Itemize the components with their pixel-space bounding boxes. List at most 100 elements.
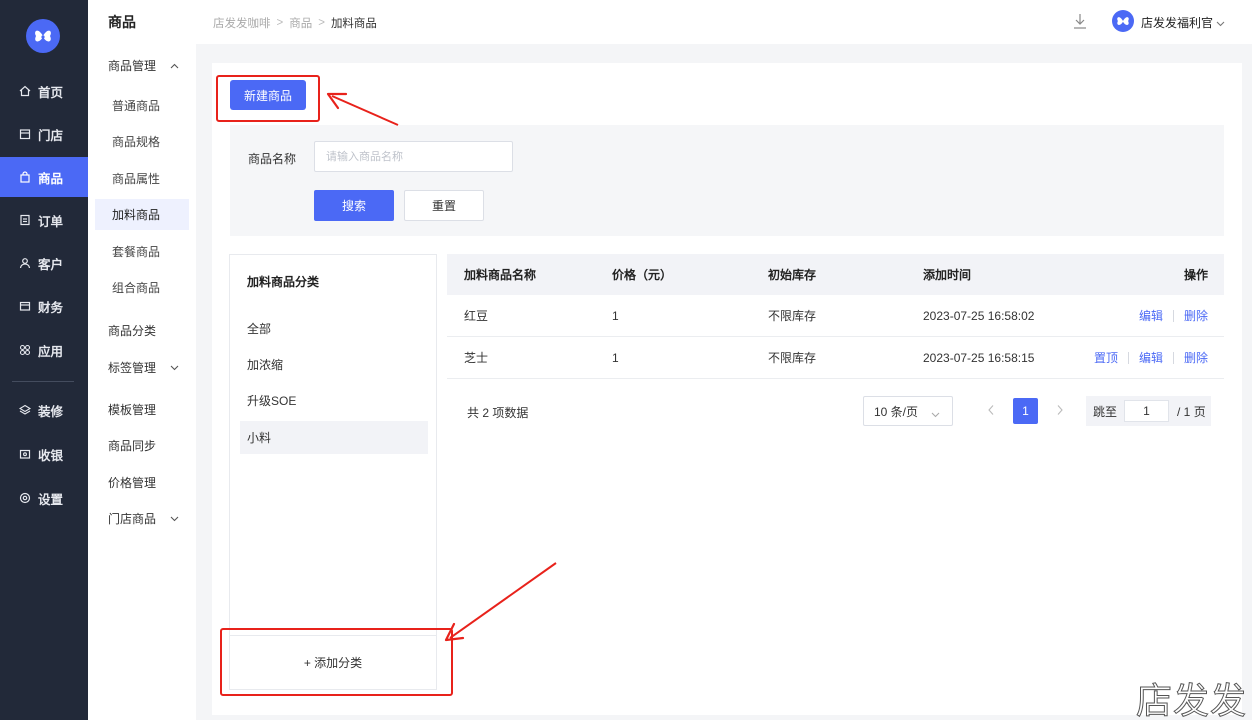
nav-item-decoration[interactable]: 装修: [0, 390, 88, 430]
subnav-group-store-goods[interactable]: 门店商品: [108, 510, 179, 527]
cell-stock: 不限库存: [768, 309, 817, 323]
table-row: 红豆 1 不限库存 2023-07-25 16:58:02 编辑 删除: [447, 295, 1224, 337]
nav-item-orders[interactable]: 订单: [0, 200, 88, 240]
edit-link[interactable]: 编辑: [1139, 349, 1163, 366]
avatar[interactable]: [1112, 10, 1134, 32]
subnav-group-price[interactable]: 价格管理: [108, 474, 156, 491]
user-name[interactable]: 店发发福利官: [1141, 14, 1213, 31]
action-divider: [1172, 309, 1174, 322]
subnav-item-regular[interactable]: 普通商品: [95, 90, 189, 121]
chevron-down-icon: [170, 516, 179, 522]
breadcrumb-current: 加料商品: [330, 18, 377, 30]
nav-item-finance[interactable]: 财务: [0, 286, 88, 326]
chevron-right-icon[interactable]: [1056, 404, 1064, 419]
nav-label: 设置: [38, 492, 64, 507]
column-header: 操作: [1183, 268, 1208, 282]
chevron-up-icon: [170, 63, 179, 69]
subnav-group-tags[interactable]: 标签管理: [108, 359, 179, 376]
column-header: 初始库存: [768, 268, 817, 282]
table-header: 加料商品名称 价格（元） 初始库存 添加时间 操作: [447, 254, 1224, 295]
subnav-group-label: 商品管理: [108, 59, 157, 73]
settings-icon: [18, 491, 32, 505]
nav-label: 商品: [38, 171, 64, 186]
breadcrumb-link-goods[interactable]: 商品: [289, 15, 312, 31]
nav-item-cashier[interactable]: 收银: [0, 434, 88, 474]
category-title: 加料商品分类: [247, 275, 320, 289]
annotation-box-new-button: [216, 75, 320, 122]
subnav-group-label: 门店商品: [108, 512, 157, 526]
category-item[interactable]: 全部: [240, 312, 428, 345]
row-actions: 置顶 编辑 删除: [1094, 337, 1208, 378]
butterfly-logo-icon: [1117, 17, 1129, 25]
top-bar: 店发发咖啡 > 商品 > 加料商品 店发发福利官: [196, 0, 1252, 44]
page-jump: 跳至 / 1 页: [1086, 396, 1211, 426]
nav-item-goods[interactable]: 商品: [0, 157, 88, 197]
subnav-item-spec[interactable]: 商品规格: [95, 126, 189, 157]
search-button[interactable]: 搜索: [314, 190, 394, 221]
nav-label: 首页: [38, 85, 64, 100]
subnav-group-sync[interactable]: 商品同步: [108, 437, 156, 454]
nav-label: 装修: [38, 404, 64, 419]
chevron-down-icon: [931, 407, 940, 421]
breadcrumb: 店发发咖啡 > 商品 > 加料商品: [213, 15, 377, 31]
download-icon[interactable]: [1072, 12, 1088, 30]
nav-item-home[interactable]: 首页: [0, 71, 88, 111]
delete-link[interactable]: 删除: [1184, 349, 1208, 366]
table-row: 芝士 1 不限库存 2023-07-25 16:58:15 置顶 编辑 删除: [447, 337, 1224, 379]
total-pages: / 1 页: [1177, 404, 1206, 419]
category-item[interactable]: 小料: [240, 421, 428, 454]
breadcrumb-separator-icon: >: [318, 17, 325, 29]
jump-page-input[interactable]: [1124, 400, 1170, 422]
page-size-select[interactable]: 10 条/页: [863, 396, 953, 426]
page-size-value: 10 条/页: [874, 404, 919, 419]
butterfly-logo-icon: [35, 30, 51, 42]
pagination: 共 2 项数据 10 条/页 1 跳至 / 1 页: [447, 396, 1224, 426]
breadcrumb-link-shop[interactable]: 店发发咖啡: [213, 15, 271, 31]
nav-divider: [12, 381, 74, 382]
category-item[interactable]: 升级SOE: [240, 384, 428, 417]
secondary-nav: 商品 商品管理 普通商品 商品规格 商品属性 加料商品 套餐商品 组合商品 商品…: [88, 0, 196, 720]
cell-name: 芝士: [464, 351, 489, 365]
page-number-button[interactable]: 1: [1013, 398, 1038, 424]
subnav-group-category[interactable]: 商品分类: [108, 322, 156, 339]
cell-price: 1: [612, 350, 619, 365]
action-divider: [1127, 351, 1129, 364]
content-card: 新建商品 商品名称 搜索 重置 加料商品分类 全部 加浓缩 升级SOE 小料 +…: [212, 63, 1242, 715]
subnav-group-label: 价格管理: [108, 476, 157, 490]
column-header: 加料商品名称: [464, 268, 537, 282]
cell-name: 红豆: [464, 309, 489, 323]
wallet-icon: [18, 299, 32, 313]
bag-icon: [18, 170, 32, 184]
category-item[interactable]: 加浓缩: [240, 348, 428, 381]
addon-table: 加料商品名称 价格（元） 初始库存 添加时间 操作 红豆 1 不限库存 2023…: [447, 254, 1224, 379]
subnav-item-attribute[interactable]: 商品属性: [95, 163, 189, 194]
delete-link[interactable]: 删除: [1184, 307, 1208, 324]
row-actions: 编辑 删除: [1139, 295, 1208, 336]
subnav-group-management[interactable]: 商品管理: [108, 57, 179, 74]
search-panel: 商品名称 搜索 重置: [230, 125, 1224, 236]
edit-link[interactable]: 编辑: [1139, 307, 1163, 324]
app-logo[interactable]: [26, 19, 60, 53]
cell-price: 1: [612, 308, 619, 323]
nav-label: 门店: [38, 128, 64, 143]
nav-item-store[interactable]: 门店: [0, 114, 88, 154]
nav-item-settings[interactable]: 设置: [0, 478, 88, 518]
subnav-group-template[interactable]: 模板管理: [108, 401, 156, 418]
subnav-item-combo[interactable]: 套餐商品: [95, 236, 189, 267]
chevron-left-icon[interactable]: [987, 404, 995, 419]
subnav-item-addon[interactable]: 加料商品: [95, 199, 189, 230]
home-icon: [18, 84, 32, 98]
watermark: 店发发: [1135, 681, 1248, 720]
nav-label: 收银: [38, 448, 64, 463]
column-header: 价格（元）: [612, 268, 673, 282]
reset-button[interactable]: 重置: [404, 190, 484, 221]
main-sidebar: 首页 门店 商品 订单 客户 财务 应用 装修 收银 设置: [0, 0, 88, 720]
nav-item-customers[interactable]: 客户: [0, 243, 88, 283]
total-count: 共 2 项数据: [467, 406, 529, 420]
subnav-item-bundle[interactable]: 组合商品: [95, 272, 189, 303]
pin-top-link[interactable]: 置顶: [1094, 349, 1118, 366]
product-name-input[interactable]: [314, 141, 513, 172]
chevron-down-icon[interactable]: [1216, 16, 1225, 30]
nav-item-apps[interactable]: 应用: [0, 330, 88, 370]
cell-time: 2023-07-25 16:58:02: [923, 308, 1035, 323]
